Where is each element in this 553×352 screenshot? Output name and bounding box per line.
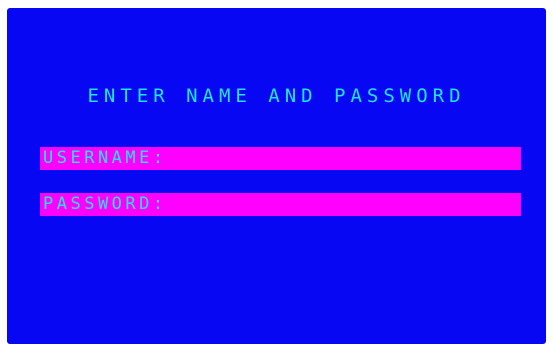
login-title: ENTER NAME AND PASSWORD (87, 85, 466, 107)
username-label: USERNAME: (43, 148, 167, 168)
password-field[interactable]: PASSWORD: (40, 193, 521, 216)
login-screen: ENTER NAME AND PASSWORD USERNAME: PASSWO… (7, 8, 546, 344)
username-field[interactable]: USERNAME: (40, 147, 521, 170)
password-label: PASSWORD: (43, 194, 167, 214)
monitor-frame: ENTER NAME AND PASSWORD USERNAME: PASSWO… (0, 0, 553, 352)
